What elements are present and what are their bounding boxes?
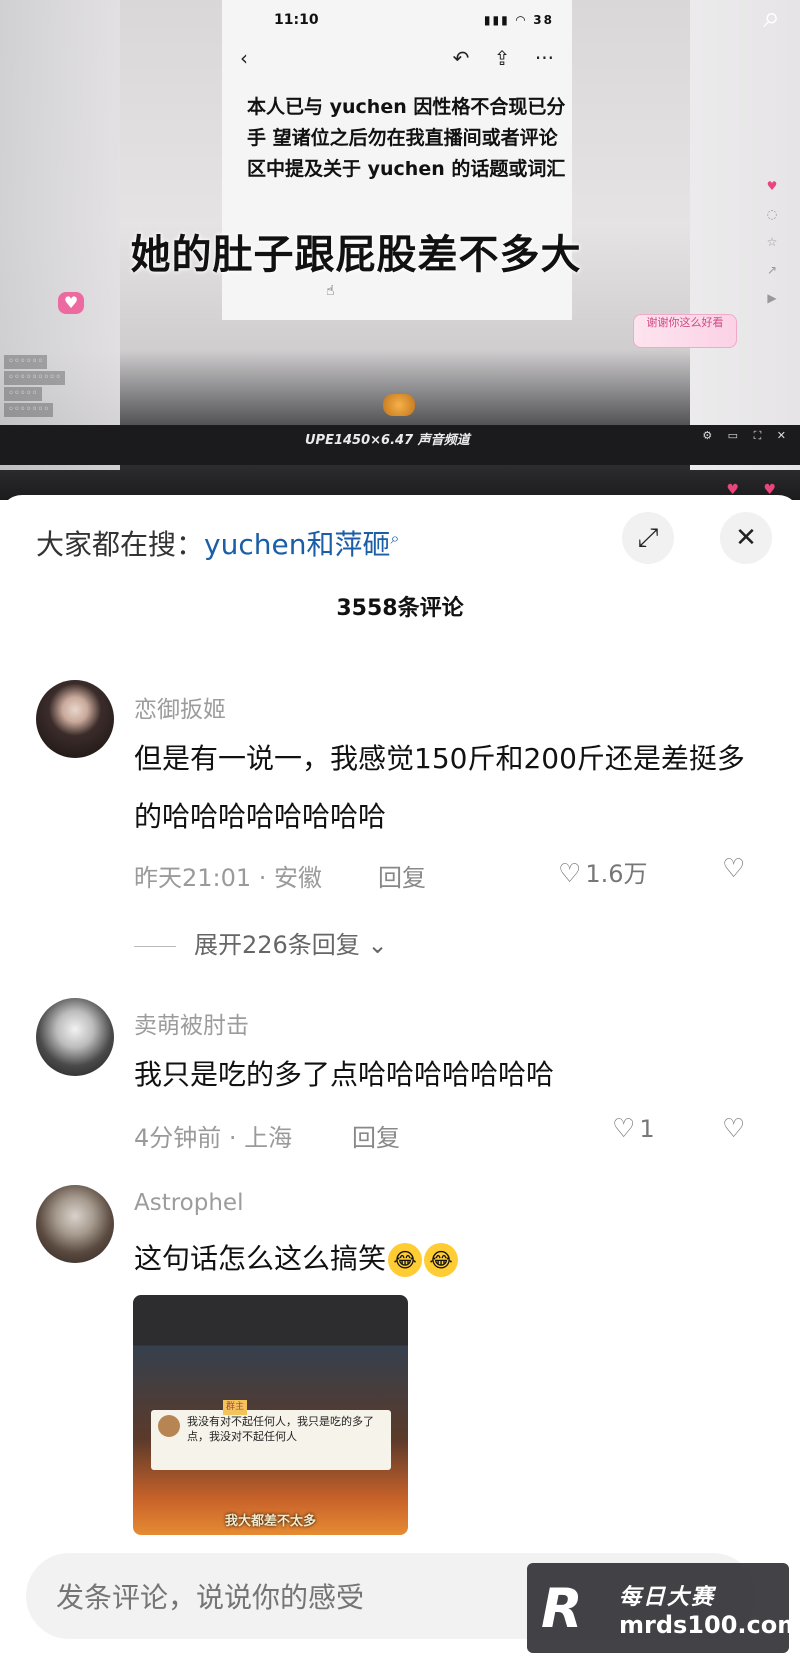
share-icon: ⇪ bbox=[493, 46, 511, 70]
comment-text: 但是有一说一，我感觉150斤和200斤还是差挺多的哈哈哈哈哈哈哈哈 bbox=[134, 742, 745, 833]
trending-search[interactable]: 大家都在搜：yuchen和萍砸⌕ bbox=[36, 523, 399, 563]
live-side-actions: ♥ ◌ ☆ ↗ ▶ bbox=[758, 172, 786, 312]
chat-line: ◦◦◦◦◦◦◦◦◦ bbox=[4, 371, 66, 385]
dialog-text: 我没有对不起任何人，我只是吃的多了点，我没对不起任何人 bbox=[187, 1415, 374, 1443]
heart-icon: ♥ bbox=[766, 179, 778, 193]
undo-icon: ↶ bbox=[452, 46, 470, 70]
watermark-logo: R 每日大赛 mrds100.com bbox=[527, 1563, 800, 1653]
search-icon[interactable]: ⌕ bbox=[763, 0, 780, 35]
dislike-heart-icon[interactable]: ♡ bbox=[722, 854, 745, 884]
comment-username[interactable]: 恋御扳姬 bbox=[134, 690, 226, 724]
reply-button[interactable]: 回复 bbox=[352, 1118, 400, 1153]
play-icon: ▶ bbox=[767, 291, 777, 305]
trending-search-keyword[interactable]: yuchen和萍砸 bbox=[204, 528, 390, 561]
stream-caption: UPE1450×6.47 声音频道 bbox=[305, 433, 470, 448]
watermark-line1: 每日大赛 bbox=[619, 1585, 716, 1610]
reply-button[interactable]: 回复 bbox=[378, 858, 426, 893]
chevron-left-icon: ‹ bbox=[240, 46, 248, 70]
player-control-icons: ⚙ ▭ ⛶ ✕ bbox=[702, 429, 792, 442]
avatar[interactable] bbox=[36, 998, 114, 1076]
divider bbox=[134, 945, 176, 947]
chevron-down-icon: ⌄ bbox=[367, 931, 388, 959]
watermark-line2: mrds100.com bbox=[619, 1611, 800, 1639]
heart-outline-icon: ♡ bbox=[612, 1114, 636, 1144]
like-button[interactable]: ♡ 1.6万 bbox=[558, 854, 647, 889]
attachment-subtitle: 我大都差不太多 bbox=[224, 1514, 316, 1529]
expand-replies-button[interactable]: 展开226条回复 ⌄ bbox=[134, 925, 388, 960]
star-icon: ☆ bbox=[766, 235, 778, 249]
video-player[interactable]: ⌕ 11:10 ▮▮▮ ◠ 38 ‹ ↶ ⇪ ··· 本人已与 yuchen 因… bbox=[0, 0, 800, 500]
heart-outline-icon: ♡ bbox=[558, 859, 582, 889]
expand-replies-label: 展开226条回复 bbox=[194, 931, 360, 959]
phone-status-bar: 11:10 ▮▮▮ ◠ 38 bbox=[222, 0, 572, 28]
comment-username[interactable]: 卖萌被肘击 bbox=[134, 1006, 249, 1040]
heart-icon: ♥ bbox=[58, 292, 84, 314]
comment-meta: 4分钟前 · 上海 bbox=[134, 1124, 293, 1152]
face-with-tears-of-joy-icon: 😂 bbox=[424, 1243, 459, 1277]
thanks-badge-text: 谢谢你这么好看 bbox=[646, 316, 724, 329]
avatar[interactable] bbox=[36, 680, 114, 758]
comment-icon: ◌ bbox=[766, 207, 778, 221]
phone-status-icons: ▮▮▮ ◠ 38 bbox=[483, 13, 554, 27]
comment-input[interactable] bbox=[54, 1553, 538, 1641]
like-count: 1.6万 bbox=[585, 860, 648, 888]
chat-line: ◦◦◦◦◦◦◦ bbox=[4, 403, 54, 417]
thanks-badge: 谢谢你这么好看 bbox=[633, 314, 737, 348]
comment-text-body: 这句话怎么这么搞笑 bbox=[134, 1242, 387, 1275]
dialog-name-tag: 群主 bbox=[223, 1400, 248, 1415]
like-button[interactable]: ♡ 1 bbox=[612, 1114, 655, 1144]
comment-image-attachment[interactable]: 群主 我没有对不起任何人，我只是吃的多了点，我没对不起任何人 我大都差不太多 bbox=[133, 1295, 408, 1535]
comment-text: 这句话怎么这么搞笑 😂 😂 bbox=[134, 1230, 764, 1288]
game-dialog-box: 群主 我没有对不起任何人，我只是吃的多了点，我没对不起任何人 bbox=[151, 1400, 391, 1470]
live-chat: ◦◦◦◦◦◦ ◦◦◦◦◦◦◦◦◦ ◦◦◦◦◦ ◦◦◦◦◦◦◦ bbox=[4, 355, 66, 419]
announcement-text: 本人已与 yuchen 因性格不合现已分手 望诸位之后勿在我直播间或者评论区中提… bbox=[247, 96, 566, 180]
like-count: 1 bbox=[639, 1115, 655, 1143]
dislike-heart-icon[interactable]: ♡ bbox=[722, 1114, 745, 1144]
close-icon[interactable]: ✕ bbox=[720, 512, 772, 564]
avatar[interactable] bbox=[36, 1185, 114, 1263]
phone-nav-bar: ‹ ↶ ⇪ ··· bbox=[222, 28, 572, 70]
video-caption: 她的肚子跟屁股差不多大 bbox=[130, 232, 582, 278]
trending-search-prefix: 大家都在搜： bbox=[36, 528, 205, 561]
share-icon: ↗ bbox=[766, 263, 778, 277]
face-with-tears-of-joy-icon: 😂 bbox=[388, 1243, 423, 1277]
more-icon: ··· bbox=[534, 46, 554, 70]
comment-text: 我只是吃的多了点哈哈哈哈哈哈哈 bbox=[134, 1058, 555, 1091]
search-icon: ⌕ bbox=[390, 528, 400, 548]
expand-icon[interactable]: ⤢ bbox=[622, 512, 674, 564]
gift-icon bbox=[383, 394, 415, 416]
dialog-avatar bbox=[158, 1415, 180, 1437]
stream-control-bar: UPE1450×6.47 声音频道 ⚙ ▭ ⛶ ✕ bbox=[0, 425, 800, 465]
cursor-icon: ☝ bbox=[326, 283, 335, 299]
chat-line: ◦◦◦◦◦◦ bbox=[4, 355, 48, 369]
phone-time: 11:10 bbox=[274, 12, 319, 28]
comment-username[interactable]: Astrophel bbox=[134, 1190, 243, 1216]
comment-meta: 昨天21:01 · 安徽 bbox=[134, 864, 323, 892]
watermark-r: R bbox=[541, 1577, 583, 1640]
comment-count: 3558条评论 bbox=[336, 596, 464, 621]
chat-line: ◦◦◦◦◦ bbox=[4, 387, 42, 401]
